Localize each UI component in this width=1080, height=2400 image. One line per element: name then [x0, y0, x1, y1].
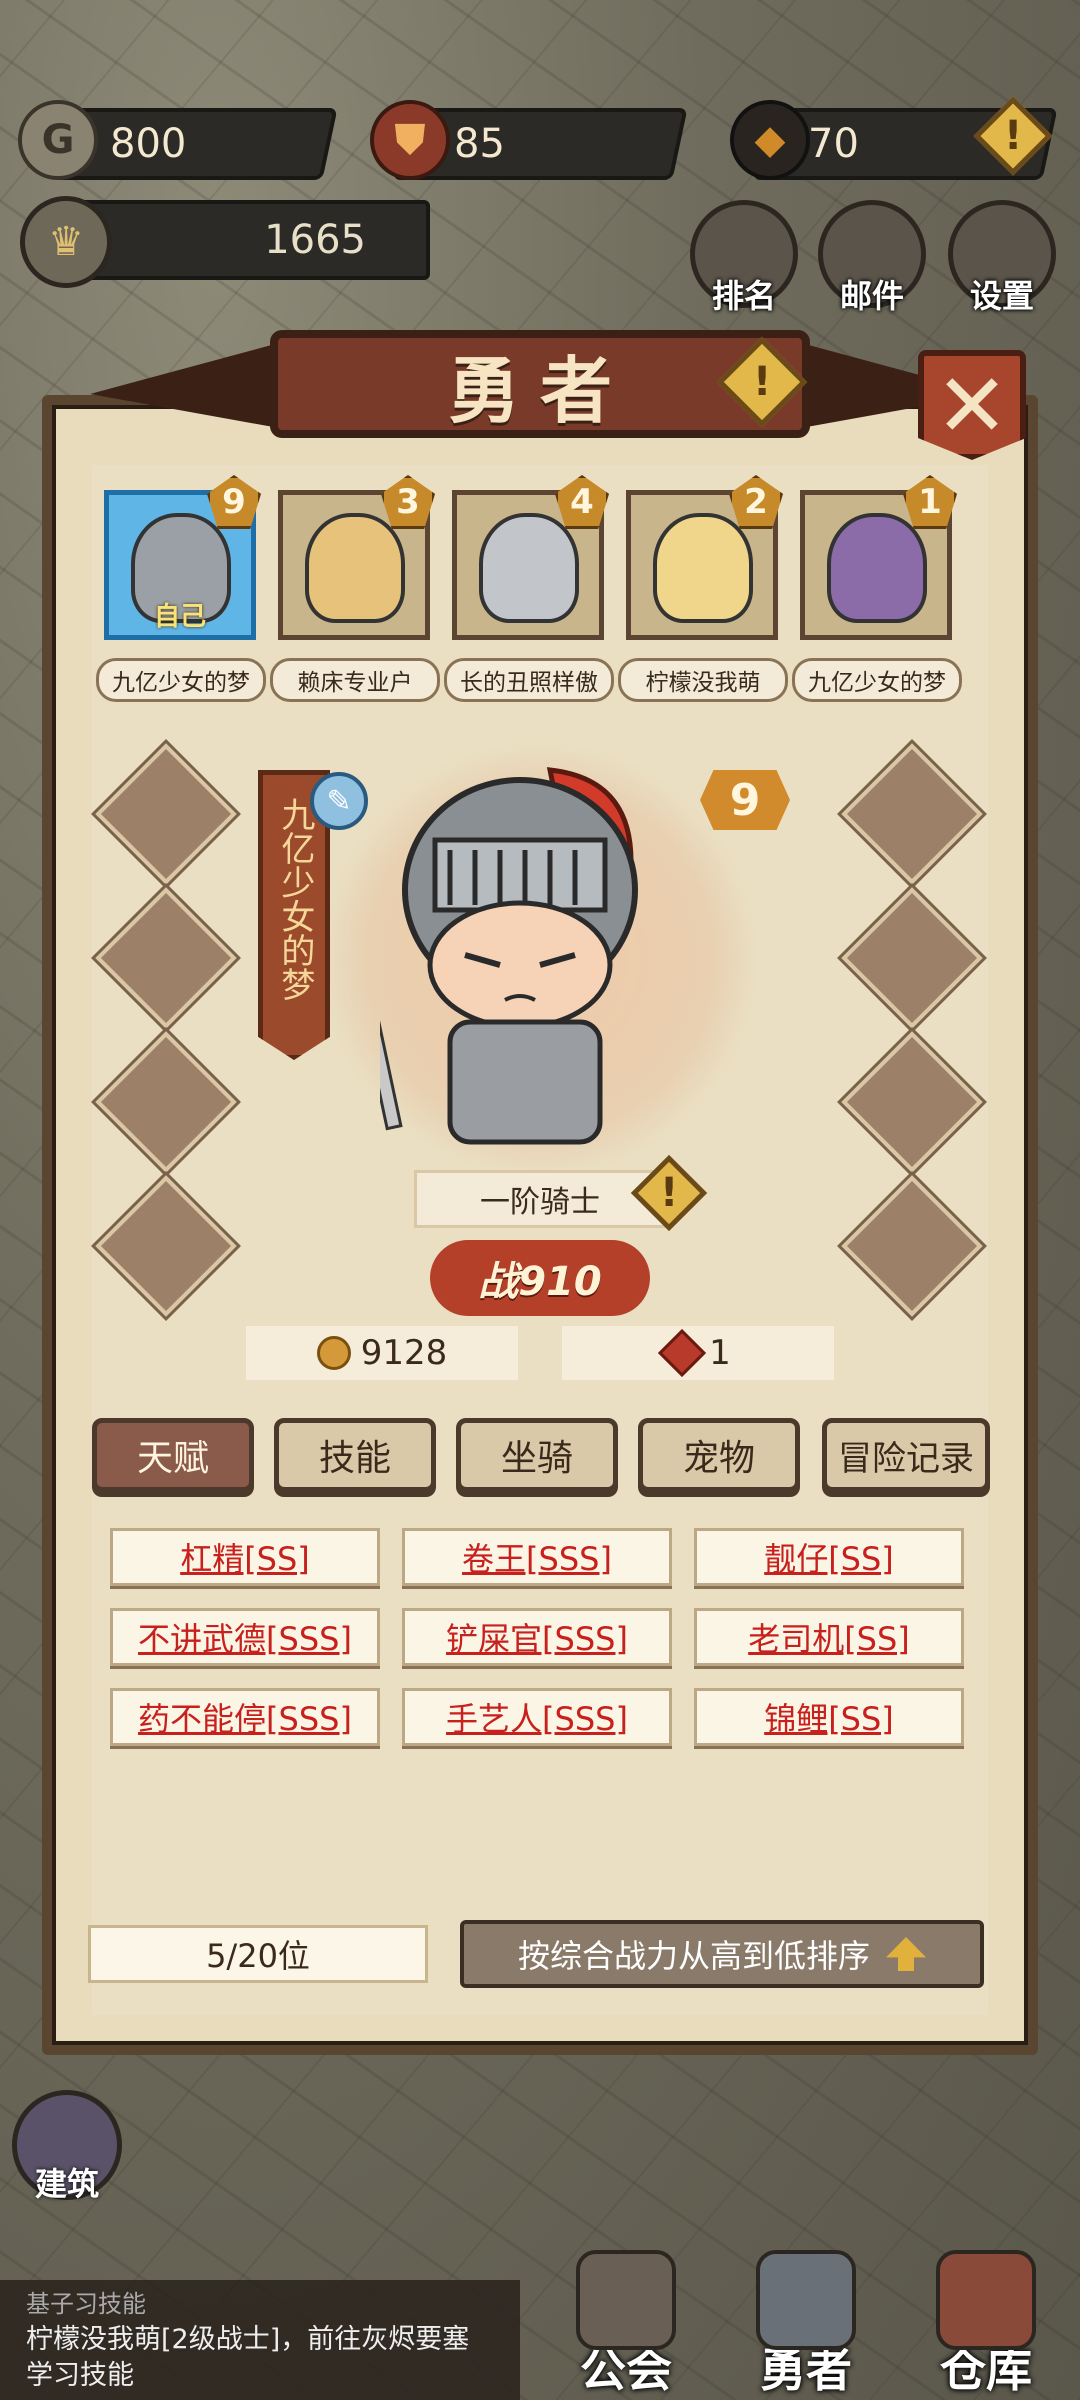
sort-label: 按综合战力从高到低排序	[517, 1937, 870, 1975]
ore-icon: ◆	[730, 100, 810, 180]
talent-item[interactable]: 卷王[SSS]	[402, 1528, 672, 1586]
chat-line-3: 学习技能	[26, 2360, 134, 2391]
hero-class-label: 一阶骑士	[414, 1170, 666, 1228]
coin-icon	[316, 1336, 351, 1370]
gem-stat: 1	[562, 1326, 834, 1380]
talent-item[interactable]: 靓仔[SS]	[694, 1528, 964, 1586]
tab-pet[interactable]: 宠物	[638, 1418, 800, 1492]
wizard-avatar	[827, 513, 927, 623]
settings-label: 设置	[969, 277, 1034, 315]
talent-item[interactable]: 不讲武德[SSS]	[110, 1608, 380, 1666]
gold-stat: 9128	[246, 1326, 518, 1380]
hero-card-5[interactable]: 1	[800, 475, 957, 640]
close-button[interactable]: ✕	[918, 350, 1026, 460]
settings-button[interactable]: 设置	[948, 200, 1056, 315]
self-tag: 自己	[153, 602, 206, 632]
hero-card-3[interactable]: 4	[452, 475, 609, 640]
tab-adventure-log[interactable]: 冒险记录	[822, 1418, 990, 1492]
archer-avatar	[653, 513, 753, 623]
power-value: 1665	[264, 217, 366, 263]
hero-name-4: 柠檬没我萌	[618, 658, 788, 702]
hero-power: 战910	[430, 1240, 650, 1316]
hero-class-text: 一阶骑士	[480, 1185, 600, 1220]
talent-item[interactable]: 杠精[SS]	[110, 1528, 380, 1586]
mail-button[interactable]: 邮件	[818, 200, 926, 315]
knight-portrait	[380, 767, 638, 1145]
tab-skills[interactable]: 技能	[274, 1418, 436, 1492]
gem-stat-value: 1	[709, 1333, 731, 1373]
tab-mount[interactable]: 坐骑	[456, 1418, 618, 1492]
helmet-avatar	[479, 513, 579, 623]
build-label: 建筑	[34, 2165, 99, 2203]
sort-button[interactable]: 按综合战力从高到低排序	[460, 1920, 984, 1988]
hero-name-2: 赖床专业户	[270, 658, 440, 702]
chat-line-1: 基子习技能	[26, 2290, 146, 2318]
talent-item[interactable]: 铲屎官[SSS]	[402, 1608, 672, 1666]
guild-icon	[576, 2250, 676, 2350]
page-indicator: 5/20位	[88, 1925, 428, 1983]
shield-icon: ⛊	[370, 100, 450, 180]
gem-icon	[658, 1328, 707, 1378]
hero-card-1[interactable]: 自己 9	[104, 475, 261, 640]
chat-panel[interactable]: 基子习技能 柠檬没我萌[2级战士]，前往灰烬要塞 学习技能	[0, 2280, 520, 2400]
build-button[interactable]: 建筑	[12, 2090, 122, 2203]
gold-coin-icon: G	[18, 100, 98, 180]
close-icon: ✕	[935, 353, 1009, 457]
talent-item[interactable]: 手艺人[SSS]	[402, 1688, 672, 1746]
gold-value: 800	[110, 121, 187, 167]
hero-name-3: 长的丑照样傲	[444, 658, 614, 702]
chat-line-2: 柠檬没我萌[2级战士]，前往灰烬要塞	[26, 2324, 470, 2355]
hero-name-1: 九亿少女的梦	[96, 658, 266, 702]
nav-guild[interactable]: 公会	[536, 2250, 716, 2400]
feather-icon: ✎	[310, 772, 368, 830]
rank-button[interactable]: 排名	[690, 200, 798, 315]
helmet-icon	[756, 2250, 856, 2350]
talent-item[interactable]: 锦鲤[SS]	[694, 1688, 964, 1746]
talent-item[interactable]: 老司机[SS]	[694, 1608, 964, 1666]
gold-stat-value: 9128	[360, 1333, 448, 1373]
nav-hero[interactable]: 勇者	[716, 2250, 896, 2400]
tab-talent[interactable]: 天赋	[92, 1418, 254, 1492]
nav-warehouse[interactable]: 仓库	[896, 2250, 1076, 2400]
hero-name-5: 九亿少女的梦	[792, 658, 962, 702]
stone-value: 70	[808, 121, 859, 167]
shield-value: 85	[454, 121, 505, 167]
crown-icon: ♛	[20, 196, 112, 288]
blonde-avatar	[305, 513, 405, 623]
hero-card-4[interactable]: 2	[626, 475, 783, 640]
rank-label: 排名	[711, 277, 776, 315]
warehouse-icon	[936, 2250, 1036, 2350]
mail-label: 邮件	[839, 277, 904, 315]
hero-card-2[interactable]: 3	[278, 475, 435, 640]
hero-level-badge: 9	[700, 770, 790, 830]
power-counter: 1665	[60, 200, 430, 280]
banner-text: 九亿少女的梦	[274, 797, 315, 1001]
dialog-title: 勇者	[447, 347, 632, 433]
arrow-up-icon	[886, 1937, 926, 1971]
talent-item[interactable]: 药不能停[SSS]	[110, 1688, 380, 1746]
